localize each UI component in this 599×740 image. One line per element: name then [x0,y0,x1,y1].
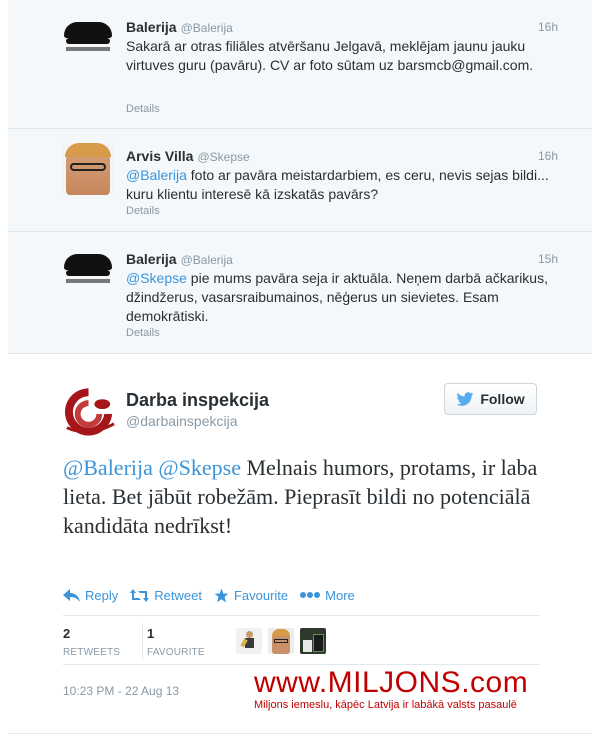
retweets-stat[interactable]: 2 RETWEETS [63,626,120,658]
follow-label: Follow [480,391,525,407]
reply-tweet-1[interactable]: Balerija @Balerija 16h Sakarā ar otras fi… [8,0,592,129]
favourite-button[interactable]: Favourite [214,588,288,603]
author-name[interactable]: Darba inspekcija [126,390,269,411]
retweet-button[interactable]: Retweet [130,588,202,603]
mention-link[interactable]: @Balerija [63,455,153,480]
reply-label: Reply [85,587,119,603]
darba-inspekcija-logo-icon[interactable] [59,384,118,438]
tweet-time[interactable]: 15h [538,252,558,266]
author-screen-name[interactable]: @Balerija [181,21,233,35]
divider [8,733,592,734]
favourite-label: Favourite [233,587,289,603]
follow-button[interactable]: Follow [444,383,537,415]
tweet-text: @Balerija foto ar pavāra meistardarbiem,… [126,166,558,204]
mention-link[interactable]: @Skepse [126,270,187,286]
favourites-stat[interactable]: 1 FAVOURITE [147,626,205,658]
black-hat-logo-icon[interactable] [62,14,114,66]
tweet-text: @Skepse pie mums pavāra seja ir aktuāla.… [126,269,558,326]
author-screen-name[interactable]: @Skepse [197,150,249,164]
more-button[interactable]: More [300,588,355,603]
watermark-tagline: Miljons iemeslu, kāpēc Latvija ir labākā… [254,699,517,711]
retweet-label: Retweet [154,587,202,603]
favourites-count: 1 [147,626,155,641]
author-screen-name[interactable]: @Balerija [181,253,233,267]
watermark: www.MILJONS.com Miljons iemeslu, kāpēc L… [254,666,584,712]
tweet-time[interactable]: 16h [538,20,558,34]
divider [63,615,540,616]
reply-tweet-2[interactable]: Arvis Villa @Skepse 16h @Balerija foto ar… [8,129,592,232]
watermark-url: www.MILJONS.com [254,666,529,699]
tweet-body: pie mums pavāra seja ir aktuāla. Neņem d… [126,270,548,324]
black-hat-logo-icon[interactable] [62,246,114,298]
tweet-actions: Reply Retweet Favourite More [63,585,355,605]
retweets-label: RETWEETS [63,647,121,658]
twitter-bird-icon [456,391,474,406]
favouriters-avatars [236,628,326,654]
main-tweet-text: @Balerija @Skepse Melnais humors, protam… [63,453,543,540]
details-link[interactable]: Details [126,205,160,217]
tweet-body: foto ar pavāra meistardarbiem, es ceru, … [126,167,549,202]
author-name[interactable]: Arvis Villa [126,148,193,164]
mention-link[interactable]: @Skepse [158,455,241,480]
reply-tweet-3[interactable]: Balerija @Balerija 15h @Skepse pie mums p… [8,232,592,354]
user-photo-icon[interactable] [62,143,114,195]
mention-link[interactable]: @Balerija [126,167,187,183]
retweet-icon [130,588,150,602]
tweet-time[interactable]: 16h [538,149,558,163]
user-avatar-icon[interactable] [300,628,326,654]
tweet-text: Sakarā ar otras filiāles atvēršanu Jelga… [126,38,534,73]
retweets-count: 2 [63,626,71,641]
tweet-header: Arvis Villa @Skepse 16h [126,148,558,166]
author-screen-name[interactable]: @darbainspekcija [126,413,238,429]
reply-button[interactable]: Reply [63,588,118,603]
divider [142,623,143,659]
tweet-timestamp[interactable]: 10:23 PM - 22 Aug 13 [63,684,179,698]
reply-arrow-icon [63,588,80,602]
user-avatar-icon[interactable] [236,628,262,654]
details-link[interactable]: Details [126,103,160,115]
tweet-header: Balerija @Balerija 15h [126,251,558,269]
more-label: More [325,587,355,603]
author-name[interactable]: Balerija [126,19,177,35]
divider [63,664,540,665]
author-name[interactable]: Balerija [126,251,177,267]
favourites-label: FAVOURITE [147,647,205,658]
more-dots-icon [300,592,321,598]
user-photo-icon[interactable] [268,628,294,654]
tweet-header: Balerija @Balerija 16h [126,19,558,37]
details-link[interactable]: Details [126,327,160,339]
star-icon [214,588,229,602]
